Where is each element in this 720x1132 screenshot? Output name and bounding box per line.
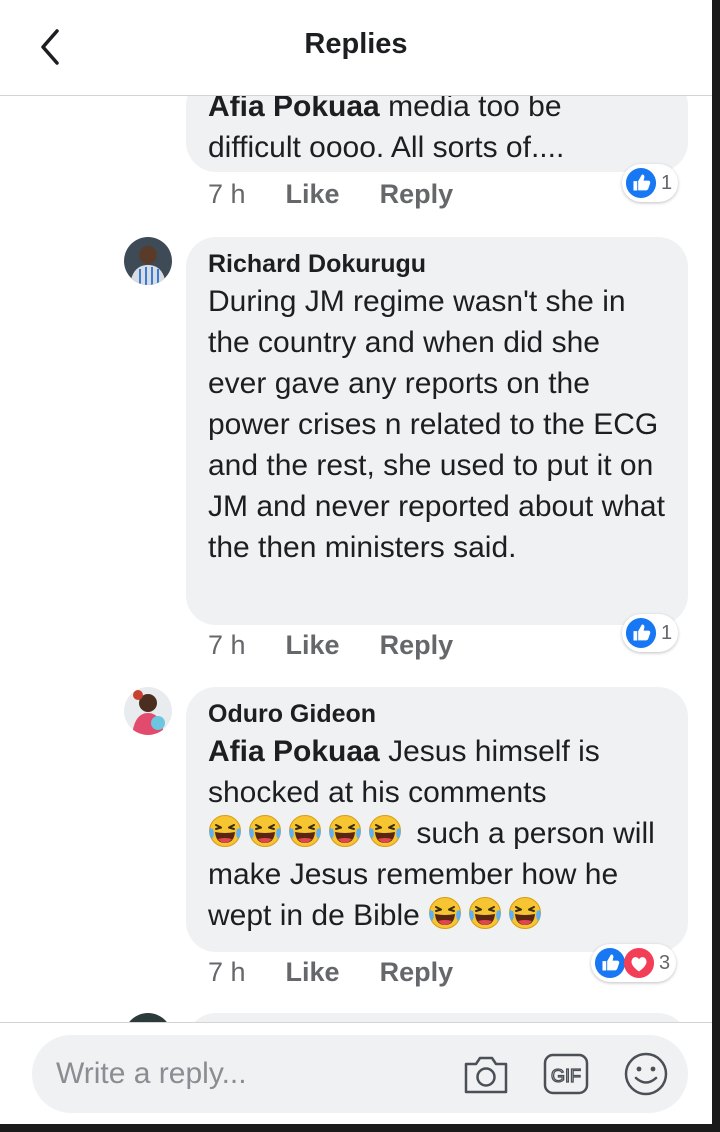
- laughing-emoji-icon: [508, 896, 542, 930]
- laughing-emoji-icon: [208, 814, 242, 848]
- smiley-icon: [624, 1052, 668, 1096]
- comment-actions: 7 h Like Reply: [208, 952, 493, 992]
- laughing-emoji-icon: [368, 814, 402, 848]
- comment-actions: 7 h Like Reply: [208, 625, 493, 665]
- avatar[interactable]: [124, 687, 172, 735]
- comment-time[interactable]: 7 h: [208, 179, 246, 210]
- reaction-summary[interactable]: 1: [622, 614, 679, 652]
- comment-actions: 7 h Like Reply: [208, 174, 493, 214]
- love-icon: [623, 947, 655, 979]
- reply-button[interactable]: Reply: [380, 630, 454, 661]
- laughing-emoji-icon: [248, 814, 282, 848]
- laughing-emoji-icon: [328, 814, 362, 848]
- comment-text: difficult oooo. All sorts of....: [208, 131, 565, 164]
- comment-text: media too be: [388, 96, 562, 123]
- like-icon: [594, 947, 626, 979]
- reaction-count: 1: [661, 171, 673, 194]
- comment-time[interactable]: 7 h: [208, 630, 246, 661]
- comment-author[interactable]: Oduro Gideon: [208, 697, 666, 731]
- avatar[interactable]: [124, 1013, 172, 1022]
- gif-icon: GIF: [543, 1053, 589, 1095]
- laughing-emoji-icon: [288, 814, 322, 848]
- reaction-count: 1: [661, 621, 673, 644]
- replies-screen: Replies Afia Pokuaa media too be difficu…: [0, 0, 712, 1124]
- reply-composer: GIF: [32, 1035, 688, 1113]
- page-title: Replies: [304, 28, 408, 60]
- laughing-emoji-icon: [468, 896, 502, 930]
- like-button[interactable]: Like: [286, 179, 340, 210]
- mention-link[interactable]: Afia Pokuaa: [208, 96, 380, 123]
- camera-icon: [464, 1056, 508, 1094]
- comment-bubble[interactable]: Oduro Gideon Afia Pokuaa Jesus himself i…: [186, 687, 688, 952]
- emoji-button[interactable]: [622, 1050, 670, 1098]
- like-icon: [625, 167, 657, 199]
- reaction-summary[interactable]: 3: [591, 944, 677, 982]
- header: Replies: [0, 0, 712, 96]
- avatar-photo: [124, 687, 172, 735]
- comments-feed[interactable]: Afia Pokuaa media too be difficult oooo.…: [0, 96, 712, 1022]
- svg-text:GIF: GIF: [551, 1066, 581, 1086]
- comment-author[interactable]: Richard Dokurugu: [208, 247, 666, 281]
- mention-link[interactable]: Afia Pokuaa: [208, 735, 380, 768]
- comment-bubble[interactable]: Afia Pokuaa media too be difficult oooo.…: [186, 96, 688, 172]
- comment-bubble[interactable]: Richard Dokurugu During JM regime wasn't…: [186, 237, 688, 625]
- like-button[interactable]: Like: [286, 957, 340, 988]
- comment-bubble[interactable]: [186, 1013, 688, 1022]
- camera-button[interactable]: [462, 1050, 510, 1098]
- comment-text: During JM regime wasn't she in the count…: [208, 285, 665, 564]
- reply-button[interactable]: Reply: [380, 957, 454, 988]
- like-icon: [625, 617, 657, 649]
- reaction-summary[interactable]: 1: [622, 164, 679, 202]
- comment-time[interactable]: 7 h: [208, 957, 246, 988]
- reply-input[interactable]: [56, 1035, 456, 1113]
- reply-button[interactable]: Reply: [380, 179, 454, 210]
- avatar[interactable]: [124, 237, 172, 285]
- reaction-count: 3: [659, 951, 671, 974]
- reply-composer-bar: GIF: [0, 1022, 712, 1124]
- laughing-emoji-icon: [428, 896, 462, 930]
- gif-button[interactable]: GIF: [542, 1050, 590, 1098]
- avatar-photo: [124, 237, 172, 285]
- like-button[interactable]: Like: [286, 630, 340, 661]
